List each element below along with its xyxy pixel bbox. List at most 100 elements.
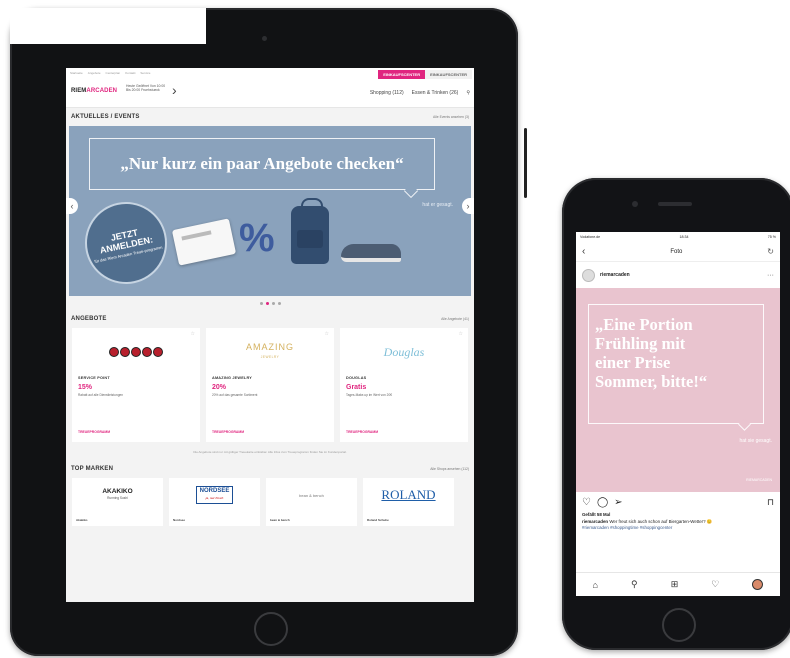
brand-card[interactable]: ROLAND Roland Schuhe: [363, 478, 454, 526]
tab-bar: ⌂ ⚲ ⊞ ♡: [576, 572, 780, 596]
brand-label: Nordsee: [173, 518, 186, 522]
star-icon[interactable]: ☆: [459, 331, 463, 337]
status-bar: Vodafone.de 18:34 75 %: [576, 232, 780, 242]
shoe-image: [341, 244, 401, 262]
heart-icon[interactable]: ♡: [711, 579, 719, 590]
carousel-dot[interactable]: [271, 301, 275, 305]
offers-list: ☆ SERVICE POINT 15% Rabatt auf alle Dien…: [66, 328, 474, 442]
events-header: AKTUELLES / EVENTS Alle Events ansehen (…: [66, 108, 474, 126]
percent-image: %: [239, 216, 275, 260]
logo-subtext: ja, nur Fisch: [205, 496, 224, 500]
bubble-tail: [738, 418, 751, 431]
speech-bubble: „Eine Portion Frühling mit einer Prise S…: [588, 304, 764, 431]
events-title: AKTUELLES / EVENTS: [71, 114, 140, 120]
clock: 18:34: [679, 235, 689, 239]
offers-link[interactable]: Alle Angebote (41): [441, 317, 469, 321]
carousel-dot[interactable]: [277, 301, 281, 305]
top-link[interactable]: Centerplan: [106, 71, 121, 75]
post-actions: ♡ ◯ ➢ ⊓: [576, 492, 780, 512]
events-link[interactable]: Alle Events ansehen (3): [433, 115, 469, 119]
signup-circle[interactable]: JETZT ANMELDEN: für das Riem Arcaden Tre…: [77, 194, 175, 292]
heart-icon[interactable]: ♡: [582, 497, 591, 508]
photo-watermark: RIEMARCADEN: [746, 478, 772, 482]
bean-bench-logo: bean & bench: [299, 492, 324, 498]
phone-device: Vodafone.de 18:34 75 % ‹ Foto ↻ riemarca…: [562, 178, 790, 650]
brands-link[interactable]: Alle Shops ansehen (112): [430, 467, 469, 471]
offer-desc: Rabatt auf alle Dienstleistungen: [78, 393, 124, 397]
bubble-tail: [403, 183, 419, 199]
offer-program[interactable]: TREUEPROGRAMM: [78, 430, 110, 434]
brand-card[interactable]: bean & bench bean & bench: [266, 478, 357, 526]
carousel-dots: [66, 296, 474, 310]
post-nav: ‹ Foto ↻: [576, 242, 780, 262]
akakiko-logo: AKAKIKO Running Sushi: [102, 488, 132, 502]
top-link[interactable]: Angebote: [88, 71, 101, 75]
username[interactable]: riemarcaden: [600, 272, 762, 278]
star-icon[interactable]: ☆: [325, 331, 329, 337]
offer-program[interactable]: TREUEPROGRAMM: [212, 430, 244, 434]
center-tabs: EINKAUFSCENTER EINKAUFSCENTER: [378, 70, 472, 79]
offer-card[interactable]: ☆ Douglas DOUGLAS Gratis Tages-Make-up i…: [340, 328, 468, 442]
post-photo[interactable]: „Eine Portion Frühling mit einer Prise S…: [576, 288, 780, 492]
logo-subtext: JEWELRY: [260, 355, 280, 359]
top-links: Startseite Angebote Centerplan Kontakt S…: [70, 71, 150, 75]
arrow-right-icon[interactable]: ›: [462, 198, 474, 214]
home-icon[interactable]: ⌂: [593, 580, 598, 590]
arrow-left-icon[interactable]: ‹: [66, 198, 78, 214]
douglas-logo: Douglas: [346, 334, 462, 370]
more-icon[interactable]: ···: [767, 272, 774, 279]
brand-card[interactable]: NORDSEE ja, nur Fisch Nordsee: [169, 478, 260, 526]
tablet-side-button: [524, 128, 527, 198]
caption-user[interactable]: riemarcaden: [582, 519, 608, 524]
comment-icon[interactable]: ◯: [597, 497, 608, 508]
post-hashtags[interactable]: #riemarcaden #shoppingtime #shoppingcent…: [576, 525, 780, 531]
nav-food[interactable]: Essen & Trinken (26): [412, 90, 459, 96]
post-said: hat sie gesagt.: [739, 438, 772, 444]
avatar[interactable]: [582, 268, 595, 282]
offer-desc: Tages-Make-up im Wert von 20€: [346, 393, 393, 397]
profile-icon[interactable]: [752, 579, 764, 590]
top-link[interactable]: Kontakt: [125, 71, 135, 75]
offer-program[interactable]: TREUEPROGRAMM: [346, 430, 378, 434]
search-icon[interactable]: ⚲: [466, 90, 470, 96]
chevron-right-icon[interactable]: ›: [172, 82, 177, 98]
gift-card-image: [171, 218, 237, 266]
offer-value: 20%: [212, 384, 227, 391]
plus-icon[interactable]: ⊞: [671, 579, 679, 590]
phone-camera: [632, 201, 638, 207]
bookmark-icon[interactable]: ⊓: [767, 497, 774, 508]
carousel-dot-active[interactable]: [265, 301, 269, 305]
offer-card[interactable]: ☆ AMAZING JEWELRY AMAZING JEWELRY 20% 20%…: [206, 328, 334, 442]
top-link[interactable]: Startseite: [70, 71, 83, 75]
tablet-home-button[interactable]: [254, 612, 288, 646]
center-tab-active[interactable]: EINKAUFSCENTER: [378, 70, 426, 79]
refresh-icon[interactable]: ↻: [767, 247, 774, 256]
nav-shopping[interactable]: Shopping (112): [370, 90, 404, 96]
phone-speaker: [658, 202, 692, 206]
brand-label: bean & bench: [270, 518, 290, 522]
tablet-screen: Startseite Angebote Centerplan Kontakt S…: [66, 68, 474, 602]
star-icon[interactable]: ☆: [191, 331, 195, 337]
top-link[interactable]: Service: [140, 71, 150, 75]
phone-home-button[interactable]: [662, 608, 696, 642]
site-logo[interactable]: RIEMARCADEN: [71, 88, 117, 94]
back-icon[interactable]: ‹: [582, 246, 585, 257]
events-banner[interactable]: „Nur kurz ein paar Angebote checken“ hat…: [66, 126, 474, 296]
post-author: riemarcaden ···: [576, 262, 780, 288]
search-icon[interactable]: ⚲: [631, 579, 638, 590]
carousel-dot[interactable]: [259, 301, 263, 305]
opening-hours: Heute Geöffnet Von 10:00 Bis 20:00 Frueh…: [126, 84, 166, 93]
phone-screen: Vodafone.de 18:34 75 % ‹ Foto ↻ riemarca…: [576, 232, 780, 596]
brand-label: Akakiko: [76, 518, 88, 522]
tablet-camera: [262, 36, 267, 41]
logo-accent: ARCADEN: [86, 88, 118, 94]
service-point-logo: [78, 334, 194, 370]
send-icon[interactable]: ➢: [614, 497, 622, 508]
brand-card[interactable]: AKAKIKO Running Sushi Akakiko: [72, 478, 163, 526]
center-tab[interactable]: EINKAUFSCENTER: [425, 70, 472, 79]
post-caption: riemarcaden Wer freut sich auch schon au…: [576, 517, 780, 525]
offer-card[interactable]: ☆ SERVICE POINT 15% Rabatt auf alle Dien…: [72, 328, 200, 442]
logo-subtext: Running Sushi: [107, 496, 128, 500]
battery: 75 %: [767, 235, 776, 239]
brands-list: AKAKIKO Running Sushi Akakiko NORDSEE ja, …: [66, 478, 474, 526]
